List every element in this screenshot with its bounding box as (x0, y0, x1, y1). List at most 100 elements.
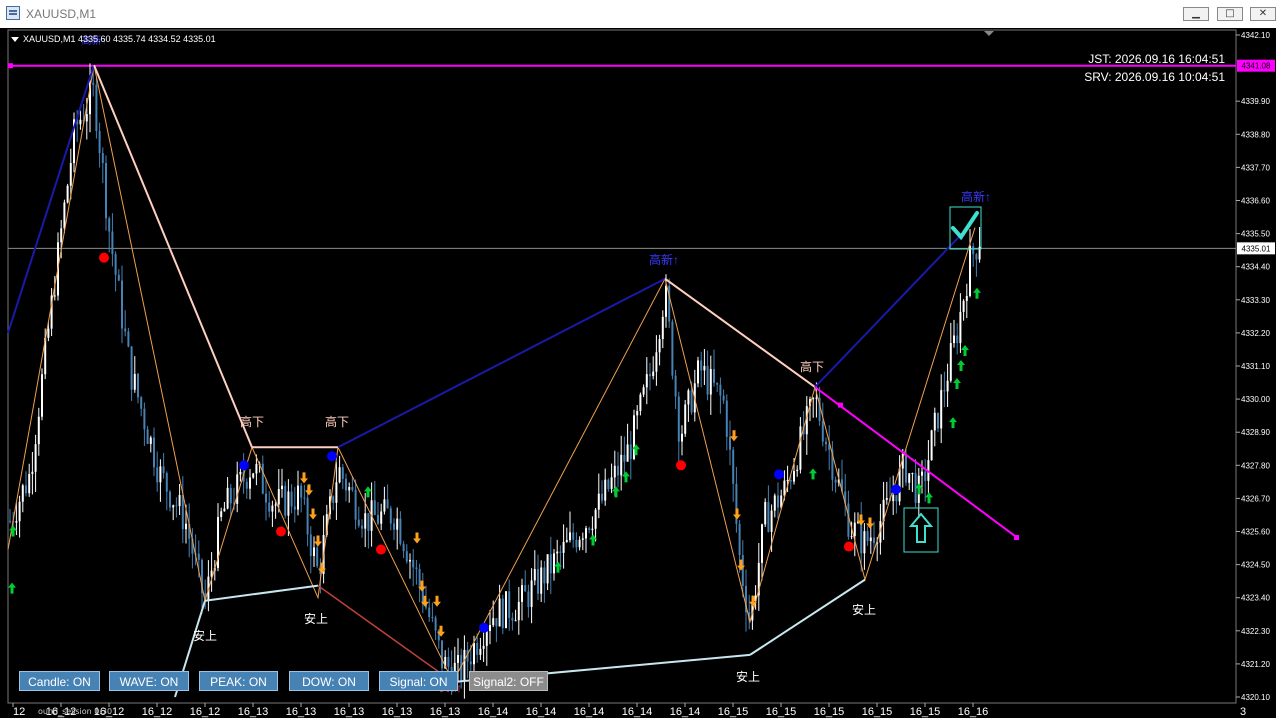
signal2-toggle-button[interactable]: Signal2: OFF (469, 671, 548, 691)
candle-body (658, 339, 661, 353)
higher-low-line (204, 584, 319, 602)
time-tick-label: 16_15 (910, 706, 941, 718)
lower-low-line (317, 585, 454, 683)
candle-body (226, 487, 229, 509)
candle-body (165, 472, 168, 492)
peak-low-dot (891, 484, 901, 495)
candle-body (956, 335, 959, 344)
candle-body (677, 396, 680, 442)
time-tick-label: 16_14 (622, 706, 653, 718)
candle-toggle-button[interactable]: Candle: ON (19, 671, 100, 691)
up-arrow-outline-icon (908, 512, 934, 543)
trend-handle (838, 402, 843, 408)
candle-body (223, 508, 226, 512)
candle-body (121, 280, 123, 329)
candle-body (409, 559, 411, 562)
candle-body (508, 591, 511, 618)
candle-body (649, 374, 651, 377)
price-tick-label: 4331.10 (1241, 362, 1270, 371)
candle-body (930, 430, 933, 461)
candle-body (495, 618, 498, 627)
candle-body (639, 394, 642, 411)
candle-body (441, 640, 443, 669)
candle-body (396, 518, 399, 530)
candle-body (412, 559, 415, 568)
candle-body (338, 467, 341, 483)
time-tick-label: 16_12 (142, 706, 173, 718)
candle-body (681, 433, 683, 442)
dow-toggle-button[interactable]: DOW: ON (289, 671, 369, 691)
lower-high-label: 高下 (240, 414, 264, 429)
peak-low-dot (327, 451, 337, 462)
jst-time-label: JST: 2026.09.16 16:04:51 (1088, 52, 1225, 66)
symbol-info: XAUUSD,M1 4335.60 4335.74 4334.52 4335.0… (11, 34, 216, 44)
price-tick-label: 4320.10 (1241, 693, 1270, 702)
candle-body (415, 567, 418, 570)
candle-body (476, 642, 479, 655)
candle-body (69, 163, 72, 186)
wave-toggle-button[interactable]: WAVE: ON (109, 671, 189, 691)
higher-low-label: 安上 (193, 628, 217, 643)
candle-body (652, 371, 655, 377)
candle-body (159, 466, 162, 483)
candle-body (661, 316, 664, 340)
candle-body (530, 580, 533, 607)
peak-high-dot (99, 252, 109, 263)
candle-body (108, 218, 111, 232)
up-wave-line (814, 229, 966, 388)
candle-body (524, 585, 527, 592)
candle-body (255, 464, 258, 474)
peak-toggle-button[interactable]: PEAK: ON (199, 671, 278, 691)
level-handle (8, 63, 13, 69)
candle-body (786, 479, 789, 481)
candle-body (492, 618, 495, 626)
time-tick-label: 16_13 (286, 706, 317, 718)
candle-body (41, 374, 43, 417)
price-tick-label: 4321.20 (1241, 660, 1270, 669)
dropdown-triangle-icon[interactable] (11, 37, 19, 43)
price-chart-svg[interactable]: 4342.10 4339.90 4338.80 4337.70 4336.60 4335.… (0, 0, 1276, 718)
candle-body (716, 382, 719, 385)
candle-body (645, 374, 648, 388)
candle-body (351, 487, 354, 490)
candle-body (959, 311, 962, 344)
price-tick-label: 4328.90 (1241, 428, 1270, 437)
signal-toggle-button[interactable]: Signal: ON (379, 671, 458, 691)
candle-body (117, 274, 120, 281)
candle-body (300, 485, 303, 498)
sell-arrow-icon (300, 472, 308, 484)
candle-body (860, 521, 863, 554)
candle-body (953, 335, 955, 344)
candle-body (924, 471, 927, 481)
candle-body (869, 537, 872, 542)
candle-body (537, 569, 539, 594)
candle-body (777, 495, 779, 508)
time-tick-label: 16_12 (190, 706, 221, 718)
price-tick-label: 4334.40 (1241, 263, 1270, 272)
candle-body (613, 465, 616, 478)
candle-body (428, 607, 431, 618)
candle-body (700, 360, 703, 371)
candle-body (517, 601, 520, 621)
candle-body (18, 501, 21, 522)
candle-body (722, 395, 725, 401)
candle-body (281, 485, 283, 490)
buy-arrow-icon (809, 468, 817, 480)
candle-body (431, 617, 434, 619)
candle-body (687, 390, 690, 405)
scroll-marker-icon (984, 31, 994, 36)
candle-body (505, 591, 507, 629)
minor-wave-line (7, 64, 976, 684)
candle-body (549, 554, 552, 574)
candle-body (607, 479, 610, 490)
candle-body (703, 365, 706, 371)
candle-body (965, 295, 968, 301)
candle-body (799, 426, 802, 470)
candle-body (271, 505, 274, 512)
candle-body (405, 551, 408, 562)
candle-body (732, 449, 735, 484)
candle-body (713, 369, 715, 383)
time-tick-label: 16_15 (766, 706, 797, 718)
candle-body (66, 185, 69, 203)
candle-body (383, 499, 386, 512)
